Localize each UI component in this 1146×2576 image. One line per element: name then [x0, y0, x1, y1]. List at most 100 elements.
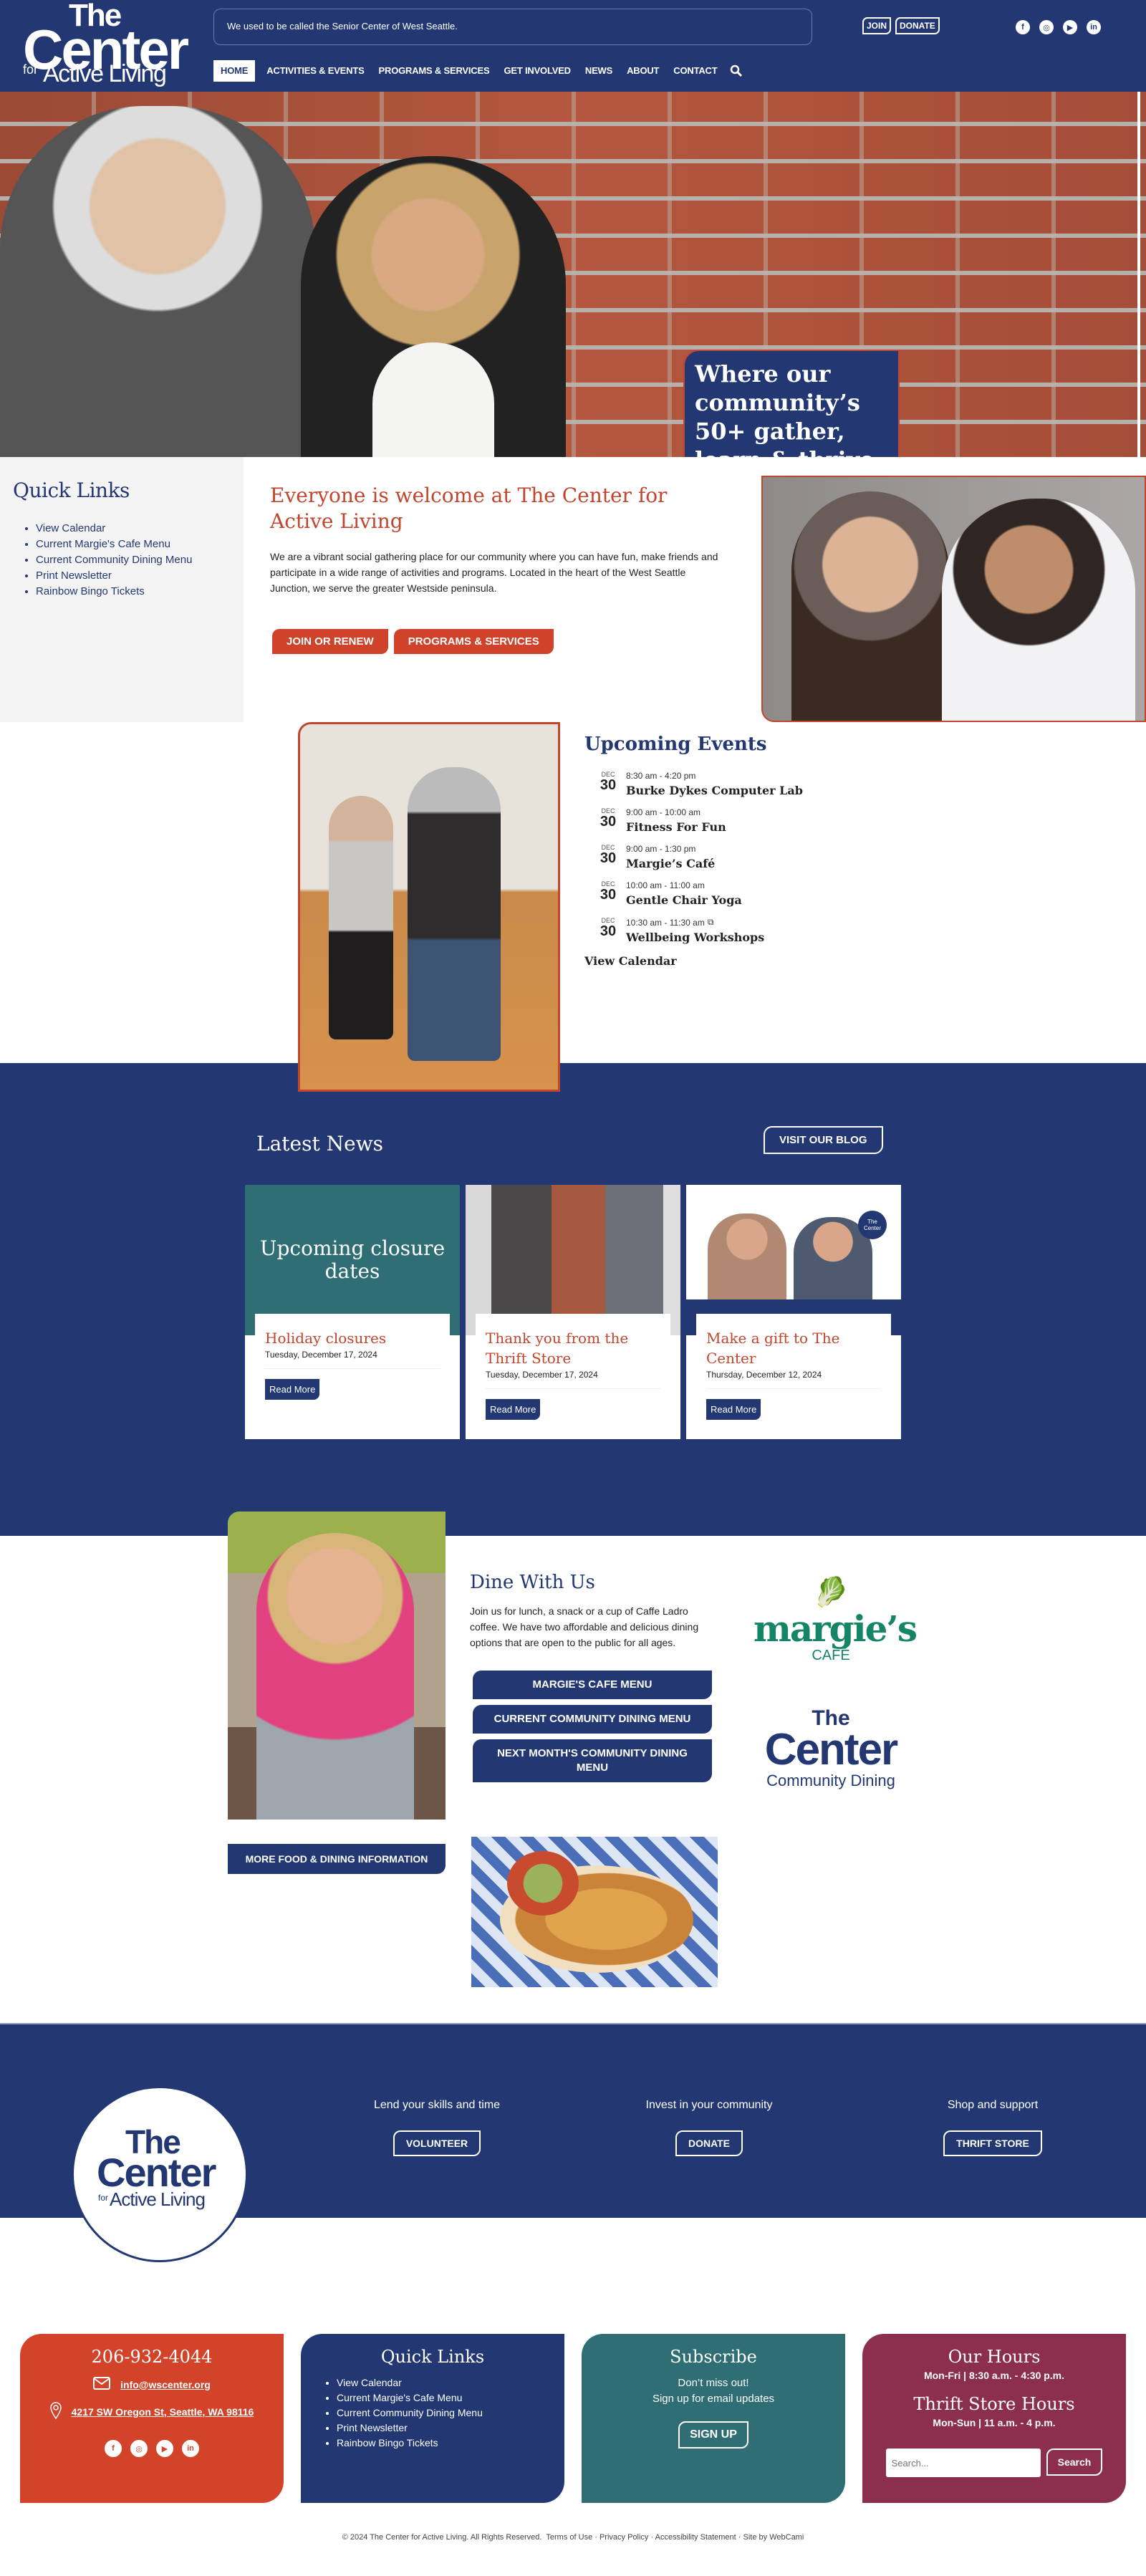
- youtube-icon[interactable]: ▶: [156, 2440, 173, 2457]
- news-card-title[interactable]: Make a gift to The Center: [706, 1328, 881, 1368]
- event-title[interactable]: Fitness For Fun: [626, 820, 726, 834]
- news-card-title[interactable]: Thank you from the Thrift Store: [486, 1328, 660, 1368]
- quick-link-item: Rainbow Bingo Tickets: [36, 584, 231, 600]
- news-card-date: Thursday, December 12, 2024: [706, 1370, 881, 1389]
- hero-photo-woman-left: [0, 106, 315, 457]
- hours-title: Our Hours: [948, 2347, 1041, 2367]
- event-item[interactable]: DEC 30 9:00 am - 10:00 am Fitness For Fun: [584, 807, 943, 834]
- margies-cafe-menu-button[interactable]: MARGIE'S CAFE MENU: [473, 1671, 712, 1699]
- event-title[interactable]: Gentle Chair Yoga: [626, 893, 742, 907]
- hero-headline: Where our community’s 50+ gather, learn …: [683, 350, 900, 457]
- event-item[interactable]: DEC 30 10:00 am - 11:00 am Gentle Chair Yo…: [584, 880, 943, 907]
- event-title[interactable]: Margie’s Café: [626, 857, 715, 870]
- margies-logo-name: margie’s: [753, 1607, 918, 1650]
- read-more-button[interactable]: Read More: [486, 1399, 541, 1420]
- email-link[interactable]: info@wscenter.org: [120, 2379, 211, 2390]
- event-time: 8:30 am - 4:20 pm: [626, 771, 696, 781]
- programs-services-button[interactable]: PROGRAMS & SERVICES: [393, 629, 554, 654]
- privacy-link[interactable]: Privacy Policy: [600, 2533, 648, 2542]
- quick-link-newsletter[interactable]: Print Newsletter: [36, 569, 112, 582]
- event-date: DEC 30: [594, 844, 622, 870]
- cta-thrift: Shop and support THRIFT STORE: [885, 2099, 1100, 2156]
- join-renew-button[interactable]: JOIN OR RENEW: [272, 629, 388, 654]
- thrift-store-button[interactable]: THRIFT STORE: [943, 2130, 1042, 2156]
- news-card-image: The Center: [686, 1185, 901, 1299]
- center-circle-logo: The Center for Active Living: [72, 2086, 248, 2262]
- copyright-text: © 2024 The Center for Active Living. All…: [342, 2533, 542, 2542]
- news-card-title[interactable]: Holiday closures: [265, 1328, 440, 1348]
- search-input[interactable]: [885, 2448, 1041, 2477]
- nav-about[interactable]: ABOUT: [620, 60, 666, 82]
- donate-button[interactable]: DONATE: [895, 17, 940, 34]
- event-item[interactable]: DEC 30 10:30 am - 11:30 am ⧉ Wellbeing Work…: [584, 917, 943, 944]
- center-badge: The Center: [858, 1211, 887, 1239]
- quick-link-margies-menu[interactable]: Current Margie's Cafe Menu: [36, 538, 170, 550]
- quick-links-list: View Calendar Current Margie's Cafe Menu…: [13, 521, 231, 600]
- nav-news[interactable]: NEWS: [578, 60, 620, 82]
- footer-link-community-menu[interactable]: Current Community Dining Menu: [337, 2407, 483, 2418]
- food-photo: [471, 1837, 718, 1987]
- facebook-icon[interactable]: f: [1016, 20, 1030, 34]
- quick-link-item: Current Community Dining Menu: [36, 552, 231, 568]
- nav-get-involved[interactable]: GET INVOLVED: [496, 60, 577, 82]
- search-icon[interactable]: [728, 63, 744, 79]
- instagram-icon[interactable]: ◎: [130, 2440, 148, 2457]
- event-day: 30: [600, 923, 617, 939]
- current-community-menu-button[interactable]: CURRENT COMMUNITY DINING MENU: [473, 1705, 712, 1734]
- volunteer-button[interactable]: VOLUNTEER: [393, 2130, 481, 2156]
- visit-blog-button[interactable]: VISIT OUR BLOG: [764, 1126, 883, 1154]
- quick-link-community-menu[interactable]: Current Community Dining Menu: [36, 554, 192, 566]
- news-card[interactable]: Upcoming closure dates Holiday closures …: [245, 1185, 460, 1439]
- accessibility-link[interactable]: Accessibility Statement: [655, 2533, 736, 2542]
- linkedin-icon[interactable]: in: [182, 2440, 199, 2457]
- cd-logo-sub: Community Dining: [766, 1772, 895, 1789]
- facebook-icon[interactable]: f: [105, 2440, 122, 2457]
- address-link[interactable]: 4217 SW Oregon St, Seattle, WA 98116: [72, 2406, 254, 2418]
- site-logo[interactable]: The Center for Active Living: [23, 0, 202, 89]
- footer-link-bingo[interactable]: Rainbow Bingo Tickets: [337, 2437, 438, 2448]
- linkedin-icon[interactable]: in: [1087, 20, 1101, 34]
- webcami-link[interactable]: WebCami: [769, 2533, 804, 2542]
- header-actions: JOIN DONATE: [862, 17, 940, 34]
- event-title[interactable]: Wellbeing Workshops: [626, 931, 764, 944]
- footer-link-margies-menu[interactable]: Current Margie's Cafe Menu: [337, 2392, 462, 2403]
- join-button[interactable]: JOIN: [862, 17, 892, 34]
- footer-link-item: Print Newsletter: [337, 2421, 564, 2436]
- quick-link-bingo[interactable]: Rainbow Bingo Tickets: [36, 585, 145, 597]
- dine-title: Dine With Us: [470, 1572, 595, 1593]
- mail-icon: [93, 2377, 111, 2392]
- quick-link-view-calendar[interactable]: View Calendar: [36, 522, 105, 534]
- next-month-menu-button[interactable]: NEXT MONTH'S COMMUNITY DINING MENU: [473, 1739, 712, 1782]
- nav-home[interactable]: HOME: [213, 60, 256, 82]
- phone-number[interactable]: 206-932-4044: [20, 2347, 284, 2367]
- news-card-body: Thank you from the Thrift Store Tuesday,…: [476, 1314, 670, 1434]
- margies-cafe-logo: 🥬 margie’s CAFÉ: [753, 1575, 918, 1664]
- nav-contact[interactable]: CONTACT: [666, 60, 724, 82]
- hero-section: Where our community’s 50+ gather, learn …: [0, 92, 1146, 457]
- news-card-image: [466, 1185, 680, 1335]
- event-time: 9:00 am - 10:00 am: [626, 807, 701, 817]
- read-more-button[interactable]: Read More: [706, 1399, 761, 1420]
- cta-donate-button[interactable]: DONATE: [675, 2130, 743, 2156]
- dine-text: Join us for lunch, a snack or a cup of C…: [470, 1605, 699, 1648]
- read-more-button[interactable]: Read More: [265, 1379, 320, 1400]
- event-item[interactable]: DEC 30 8:30 am - 4:20 pm Burke Dykes Compu…: [584, 771, 943, 797]
- youtube-icon[interactable]: ▶: [1063, 20, 1077, 34]
- event-time: 10:00 am - 11:00 am: [626, 880, 705, 890]
- instagram-icon[interactable]: ◎: [1039, 20, 1054, 34]
- news-card[interactable]: The Center Make a gift to The Center Thu…: [686, 1185, 901, 1439]
- circle-logo-for: for: [98, 2193, 109, 2203]
- search-button[interactable]: Search: [1046, 2448, 1103, 2476]
- news-card[interactable]: Thank you from the Thrift Store Tuesday,…: [466, 1185, 680, 1439]
- footer-link-newsletter[interactable]: Print Newsletter: [337, 2422, 408, 2433]
- more-food-dining-button[interactable]: MORE FOOD & DINING INFORMATION: [228, 1844, 446, 1874]
- footer-link-view-calendar[interactable]: View Calendar: [337, 2377, 402, 2388]
- terms-link[interactable]: Terms of Use: [546, 2533, 592, 2542]
- events-section: Upcoming Events DEC 30 8:30 am - 4:20 pm B…: [0, 722, 1146, 1092]
- nav-programs-services[interactable]: PROGRAMS & SERVICES: [372, 60, 497, 82]
- event-item[interactable]: DEC 30 9:00 am - 1:30 pm Margie’s Café: [584, 844, 943, 870]
- sign-up-button[interactable]: SIGN UP: [678, 2421, 748, 2448]
- view-calendar-link[interactable]: View Calendar: [584, 954, 943, 968]
- nav-activities-events[interactable]: ACTIVITIES & EVENTS: [259, 60, 371, 82]
- event-title[interactable]: Burke Dykes Computer Lab: [626, 784, 803, 797]
